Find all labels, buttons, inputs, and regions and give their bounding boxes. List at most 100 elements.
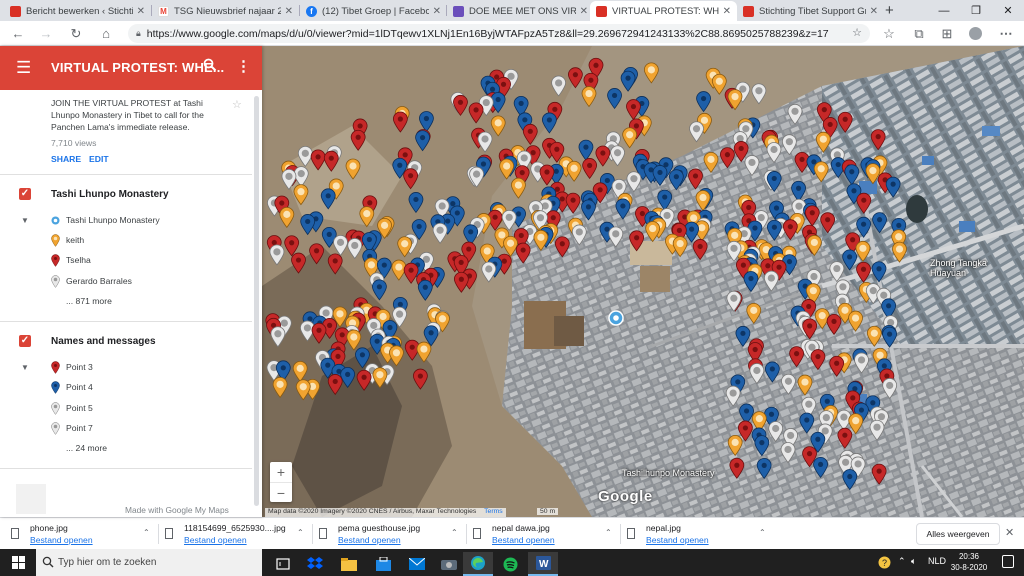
chevron-up-icon[interactable]: ⌃: [143, 528, 150, 537]
notification-icon[interactable]: [1002, 555, 1014, 568]
legend-item[interactable]: Point 3: [51, 360, 93, 374]
show-more-link[interactable]: ... 24 more: [66, 443, 107, 453]
zoom-in-button[interactable]: +: [270, 462, 292, 482]
legend-item[interactable]: Tashi Lhunpo Monastery: [51, 213, 160, 227]
layer-checkbox-names[interactable]: ✓: [19, 335, 31, 347]
edit-button[interactable]: EDIT: [89, 154, 109, 164]
chevron-up-icon[interactable]: ⌃: [759, 528, 766, 537]
camera-icon[interactable]: [434, 552, 464, 576]
settings-more-icon[interactable]: ⋯: [996, 24, 1016, 43]
zoom-out-button[interactable]: −: [270, 482, 292, 502]
word-icon[interactable]: W: [528, 552, 558, 576]
open-file-link[interactable]: Bestand openen: [184, 535, 247, 545]
map-marker-center: [815, 353, 821, 360]
speaker-icon[interactable]: 🔈︎: [911, 556, 916, 567]
close-window-button[interactable]: ✕: [992, 0, 1024, 21]
chevron-down-icon[interactable]: ▼: [21, 363, 29, 372]
tab-stichting-tibet[interactable]: Stichting Tibet Support Grou ✕: [737, 1, 884, 21]
back-arrow-icon[interactable]: ←: [8, 24, 28, 43]
map-marker-center: [742, 125, 750, 133]
satellite-map[interactable]: Zhong Tangka Huayuan Tashilhunpo Monaste…: [262, 46, 1024, 517]
open-file-link[interactable]: Bestand openen: [338, 535, 401, 545]
chevron-up-icon[interactable]: ⌃: [297, 528, 304, 537]
home-icon[interactable]: ⌂: [96, 24, 116, 43]
legend-item[interactable]: Tselha: [51, 253, 91, 267]
taskbar-search-input[interactable]: Typ hier om te zoeken: [36, 549, 262, 576]
download-item[interactable]: phone.jpg Bestand openen ⌃: [6, 522, 156, 546]
made-with-label[interactable]: Made with Google My Maps: [125, 505, 229, 515]
tab-close-icon[interactable]: ✕: [723, 6, 731, 17]
mail-icon[interactable]: [402, 552, 432, 576]
tab-close-icon[interactable]: ✕: [137, 6, 145, 17]
collections-icon[interactable]: ⧉: [909, 24, 929, 43]
reload-icon[interactable]: ↻: [66, 24, 86, 43]
map-marker-center: [815, 436, 821, 442]
legend-item[interactable]: Point 7: [51, 421, 93, 435]
map-marker-center: [633, 123, 640, 129]
search-icon[interactable]: [203, 58, 217, 75]
chevron-up-icon[interactable]: ⌃: [605, 528, 612, 537]
minimize-button[interactable]: —: [928, 0, 960, 21]
profile-avatar[interactable]: [965, 24, 985, 43]
show-all-downloads-button[interactable]: Alles weergeven: [916, 523, 1000, 545]
dropbox-icon[interactable]: [300, 552, 330, 576]
tab-doe-mee[interactable]: DOE MEE MET ONS VIRTUEE ✕: [447, 1, 594, 21]
language-indicator[interactable]: NLD: [928, 556, 946, 566]
file-explorer-icon[interactable]: [334, 552, 364, 576]
open-file-link[interactable]: Bestand openen: [30, 535, 93, 545]
address-bar[interactable]: 🔒︎ https://www.google.com/maps/d/u/0/vie…: [128, 24, 870, 43]
tab-gmail[interactable]: M TSG Nieuwsbrief najaar 2020 ✕: [152, 1, 299, 21]
download-item[interactable]: 118154699_6525930....jpg Bestand openen …: [160, 522, 310, 546]
map-marker-center: [634, 235, 640, 241]
legend-item[interactable]: Point 5: [51, 401, 93, 415]
chevron-up-icon[interactable]: ⌃: [451, 528, 458, 537]
store-icon[interactable]: [368, 552, 398, 576]
tab-label: Bericht bewerken ‹ Stichting: [26, 5, 133, 17]
favorites-icon[interactable]: ☆: [879, 24, 899, 43]
more-vert-icon[interactable]: ⋮: [236, 57, 251, 75]
map-marker-center: [345, 371, 351, 377]
edge-browser-icon[interactable]: [463, 552, 493, 576]
tab-virtual-protest[interactable]: VIRTUAL PROTEST: WHERE I ✕: [590, 1, 737, 21]
hamburger-menu-icon[interactable]: ☰: [16, 58, 31, 78]
legend-item[interactable]: Point 4: [51, 380, 93, 394]
tab-close-icon[interactable]: ✕: [580, 6, 588, 17]
share-button[interactable]: SHARE: [51, 154, 81, 164]
spotify-icon[interactable]: [495, 552, 525, 576]
restore-button[interactable]: ❐: [960, 0, 992, 21]
legend-item[interactable]: keith: [51, 233, 84, 247]
separator: [620, 524, 621, 544]
tab-bericht-bewerken[interactable]: Bericht bewerken ‹ Stichting ✕: [4, 1, 151, 21]
map-marker-center: [773, 205, 780, 211]
tab-label: VIRTUAL PROTEST: WHERE I: [612, 5, 719, 17]
show-more-link[interactable]: ... 871 more: [66, 296, 112, 306]
system-clock[interactable]: 20:36 30-8-2020: [946, 551, 992, 573]
download-item[interactable]: pema guesthouse.jpg Bestand openen ⌃: [314, 522, 464, 546]
panel-scrollbar[interactable]: [254, 96, 259, 506]
wordpress-favicon-icon: [10, 5, 21, 17]
open-file-link[interactable]: Bestand openen: [646, 535, 709, 545]
download-item[interactable]: nepal dawa.jpg Bestand openen ⌃: [468, 522, 618, 546]
terms-link[interactable]: Terms: [484, 508, 503, 515]
close-downloads-icon[interactable]: ✕: [1005, 526, 1014, 539]
windows-start-icon[interactable]: [12, 556, 25, 569]
map-marker-center: [740, 262, 746, 268]
chevron-down-icon[interactable]: ▼: [21, 216, 29, 225]
layer-checkbox-monastery[interactable]: ✓: [19, 188, 31, 200]
new-tab-button[interactable]: +: [885, 2, 894, 19]
open-file-link[interactable]: Bestand openen: [492, 535, 555, 545]
extensions-icon[interactable]: ⊞: [937, 24, 957, 43]
tab-close-icon[interactable]: ✕: [433, 6, 441, 17]
bookmark-star-icon[interactable]: ☆: [852, 26, 862, 39]
tab-close-icon[interactable]: ✕: [285, 6, 293, 17]
legend-item[interactable]: Gerardo Barrales: [51, 274, 132, 288]
task-view-icon[interactable]: [268, 552, 298, 576]
tab-facebook[interactable]: f (12) Tibet Groep | Facebook ✕: [300, 1, 447, 21]
show-hidden-icons[interactable]: ⌃: [898, 556, 906, 567]
star-icon[interactable]: ☆: [232, 98, 242, 111]
help-icon[interactable]: ?: [878, 556, 891, 571]
tab-close-icon[interactable]: ✕: [870, 6, 878, 17]
download-item[interactable]: nepal.jpg Bestand openen ⌃: [622, 522, 772, 546]
map-label-monastery[interactable]: Tashilhunpo Monastery: [622, 468, 715, 478]
forward-arrow-icon[interactable]: →: [36, 24, 56, 43]
